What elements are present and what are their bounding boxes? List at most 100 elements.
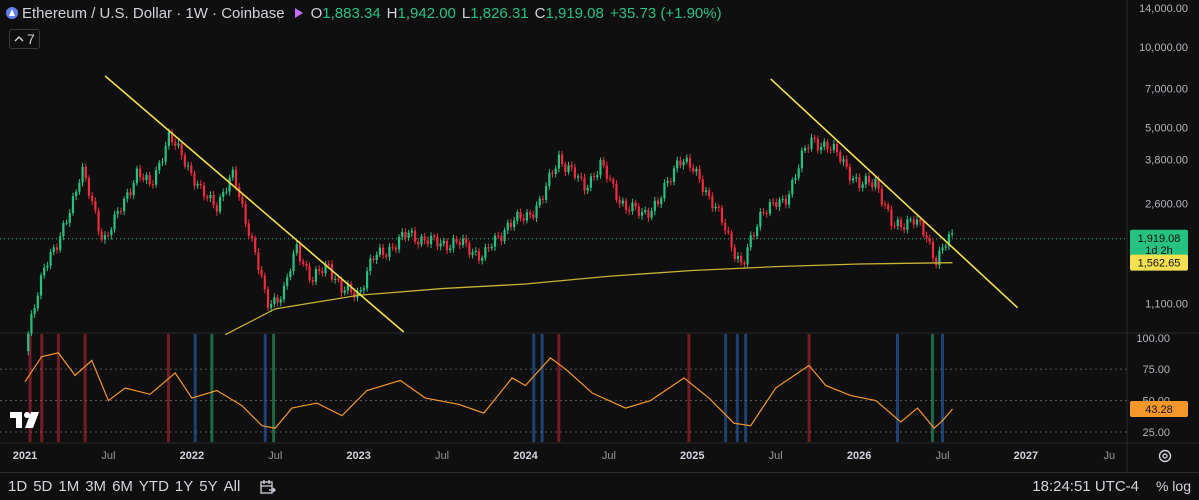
- candle-body: [925, 235, 928, 239]
- lightning-mark-icon: [294, 8, 303, 18]
- candle-body: [784, 198, 788, 205]
- timeframe-5y[interactable]: 5Y: [199, 478, 223, 495]
- candle-body: [375, 254, 378, 261]
- candle-body: [458, 241, 461, 245]
- candle-body: [87, 178, 91, 196]
- candle-body: [660, 198, 663, 205]
- candle-body: [254, 237, 257, 253]
- candle-body: [775, 202, 778, 207]
- timeframe-3m[interactable]: 3M: [85, 478, 112, 495]
- candle-body: [615, 183, 618, 200]
- timeframe-1m[interactable]: 1M: [58, 478, 85, 495]
- candle-body: [580, 176, 583, 178]
- candle-body: [461, 238, 465, 245]
- oscillator-line: [24, 352, 953, 430]
- candle-body: [78, 182, 81, 192]
- candle-body: [202, 185, 206, 197]
- timeframe-1y[interactable]: 1Y: [175, 478, 199, 495]
- candlestick-series: [27, 128, 954, 356]
- candle-body: [244, 204, 247, 224]
- candle-body: [880, 189, 883, 205]
- timeframe-5d[interactable]: 5D: [33, 478, 58, 495]
- candle-body: [727, 230, 730, 233]
- candle-body: [756, 226, 759, 237]
- candle-body: [490, 246, 493, 249]
- candle-body: [618, 199, 621, 204]
- candle-body: [39, 275, 43, 296]
- candle-body: [797, 168, 800, 178]
- osc-highlight-band: [56, 334, 60, 442]
- indicator-collapse-button[interactable]: 7: [9, 29, 40, 49]
- osc-highlight-band: [744, 334, 748, 442]
- candle-body: [343, 290, 346, 293]
- price-chart[interactable]: 14,000.00 10,000.00 7,000.00 5,000.00 3,800.…: [0, 0, 1199, 499]
- candle-body: [768, 202, 772, 214]
- candle-body: [621, 200, 624, 204]
- osc-highlight-band: [687, 334, 691, 442]
- candle-body: [500, 236, 503, 242]
- timeframe-1d[interactable]: 1D: [0, 478, 33, 495]
- candle-body: [186, 165, 190, 167]
- candle-body: [439, 243, 442, 247]
- price-tick-label: 2,600.00: [1145, 199, 1188, 211]
- candle-body: [193, 172, 196, 186]
- candle-body: [369, 258, 372, 272]
- candle-body: [909, 219, 912, 221]
- candle-body: [199, 183, 202, 186]
- candle-body: [397, 236, 401, 250]
- time-tick-label: Jul: [935, 450, 949, 462]
- settings-gear-icon[interactable]: [1157, 448, 1173, 464]
- candle-body: [276, 297, 279, 303]
- timeframe-all[interactable]: All: [224, 478, 247, 495]
- candle-body: [407, 232, 410, 238]
- candle-body: [915, 219, 919, 225]
- ethereum-icon: [6, 7, 18, 19]
- time-tick-label: 2021: [13, 450, 37, 462]
- goto-date-icon[interactable]: [260, 479, 277, 495]
- candle-body: [628, 209, 631, 212]
- candle-body: [791, 179, 794, 195]
- candle-body: [71, 196, 75, 213]
- candle-body: [154, 170, 158, 185]
- candle-body: [151, 183, 155, 185]
- osc-highlight-band: [210, 334, 214, 442]
- candle-body: [410, 230, 413, 233]
- timeframe-6m[interactable]: 6M: [112, 478, 139, 495]
- timeframe-ytd[interactable]: YTD: [139, 478, 175, 495]
- candle-body: [669, 181, 672, 183]
- scale-controls[interactable]: % log: [1156, 478, 1191, 494]
- candle-body: [426, 240, 429, 245]
- candle-body: [362, 288, 366, 291]
- candle-body: [353, 291, 356, 298]
- candle-body: [103, 235, 107, 240]
- candle-body: [27, 333, 30, 352]
- candle-body: [119, 211, 123, 213]
- candle-body: [177, 143, 180, 146]
- osc-highlight-band: [272, 334, 276, 442]
- candle-body: [452, 238, 455, 249]
- trendline: [770, 78, 1019, 309]
- candle-body: [65, 222, 68, 224]
- candle-body: [190, 165, 193, 173]
- candle-body: [701, 179, 704, 192]
- candle-body: [247, 223, 250, 237]
- candle-body: [55, 247, 59, 250]
- candle-body: [682, 161, 685, 166]
- close-value: 1,919.08: [545, 4, 604, 22]
- candle-body: [107, 235, 110, 237]
- candle-body: [704, 190, 708, 192]
- candle-body: [874, 178, 877, 188]
- candle-body: [429, 235, 433, 245]
- osc-highlight-band: [83, 334, 87, 442]
- symbol-title[interactable]: Ethereum / U.S. Dollar · 1W · Coinbase: [22, 5, 285, 22]
- change-value: +35.73 (+1.90%): [609, 4, 722, 22]
- candle-body: [781, 198, 784, 200]
- candle-body: [663, 183, 666, 199]
- candle-body: [832, 143, 835, 150]
- candle-body: [487, 247, 490, 249]
- candle-body: [586, 187, 589, 191]
- utc-clock[interactable]: 18:24:51 UTC-4: [1032, 478, 1139, 495]
- candle-body: [871, 182, 874, 188]
- time-tick-label: 2024: [513, 450, 538, 462]
- chart-header: Ethereum / U.S. Dollar · 1W · Coinbase O…: [6, 3, 722, 23]
